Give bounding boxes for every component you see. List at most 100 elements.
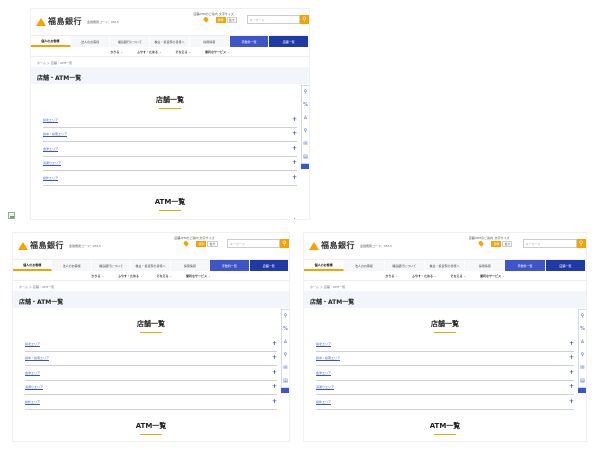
book-icon[interactable]: ▤	[580, 378, 585, 384]
sidebar-toggle[interactable]	[578, 388, 586, 393]
area-link[interactable]: 会津エリア	[25, 371, 40, 375]
accordion-row[interactable]: 県外エリア +	[316, 395, 574, 410]
sub-nav-item-2[interactable]: そなえる	[176, 47, 191, 56]
nav-cta-0[interactable]: 手数料一覧	[229, 36, 270, 47]
logo[interactable]: 福島銀行 金融機関コード：0513	[309, 240, 392, 251]
breadcrumb-item[interactable]: ホーム	[37, 61, 46, 65]
sub-nav-item-2[interactable]: そなえる	[157, 271, 172, 280]
percent-icon[interactable]: %	[303, 102, 308, 108]
nav-tab-0[interactable]: 個人のお客様	[31, 36, 71, 47]
area-link[interactable]: 県外エリア	[25, 400, 40, 404]
font-size-standard-button[interactable]: 標準	[196, 241, 207, 247]
mail-icon[interactable]: ✉	[303, 141, 307, 147]
accordion-row[interactable]: 県北エリア+	[25, 439, 277, 442]
nav-tab-2[interactable]: 福島銀行について	[384, 260, 425, 271]
font-size-standard-button[interactable]: 標準	[215, 17, 226, 23]
accordion-row[interactable]: 会津エリア +	[25, 366, 277, 381]
plus-icon[interactable]: +	[292, 174, 297, 181]
sub-nav-item-1[interactable]: ふやす・ためる	[412, 271, 437, 280]
plus-icon[interactable]: +	[292, 218, 297, 219]
accordion-row[interactable]: 浜通りエリア +	[43, 157, 297, 171]
sidebar-toggle[interactable]	[281, 388, 289, 393]
area-link[interactable]: 浜通りエリア	[43, 161, 61, 165]
nav-tab-3[interactable]: 株主・投資家の皆様へ	[150, 36, 190, 47]
font-size-large-button[interactable]: 拡大	[226, 17, 237, 23]
search-icon[interactable]: ⚲	[284, 352, 288, 358]
plus-icon[interactable]: +	[292, 145, 297, 152]
area-link[interactable]: 県北エリア	[43, 118, 58, 122]
plus-icon[interactable]: +	[292, 116, 297, 123]
nav-tab-3[interactable]: 株主・投資家の皆様へ	[424, 260, 466, 271]
logo[interactable]: 福島銀行 金融機関コード：0513	[36, 16, 119, 27]
nav-tab-0[interactable]: 個人のお客様	[13, 260, 53, 271]
search-button[interactable]: ⚲	[279, 239, 289, 248]
nav-cta-0[interactable]: 手数料一覧	[210, 260, 250, 271]
accordion-row[interactable]: 浜通りエリア +	[316, 381, 574, 395]
area-link[interactable]: 浜通りエリア	[25, 385, 43, 389]
percent-icon[interactable]: %	[283, 326, 288, 332]
accordion-row[interactable]: 会津エリア +	[43, 142, 297, 157]
sub-nav-item-0[interactable]: かりる	[110, 47, 123, 56]
search-icon[interactable]: ⚲	[581, 352, 585, 358]
accordion-row[interactable]: 県中・県南エリア +	[25, 352, 277, 366]
nav-cta-0[interactable]: 手数料一覧	[505, 260, 546, 271]
area-link[interactable]: 県中・県南エリア	[316, 356, 340, 360]
area-link[interactable]: 県北エリア	[43, 219, 58, 220]
book-icon[interactable]: ▤	[303, 154, 308, 160]
percent-icon[interactable]: %	[580, 326, 585, 332]
area-link[interactable]: 県外エリア	[43, 176, 58, 180]
plus-icon[interactable]: +	[569, 355, 574, 361]
sub-nav-item-3[interactable]: 便利なサービス	[480, 271, 505, 280]
person-icon[interactable]: ⚲	[581, 313, 585, 319]
plus-icon[interactable]: +	[272, 369, 277, 376]
mail-icon[interactable]: ✉	[580, 365, 584, 371]
plus-icon[interactable]: +	[569, 340, 574, 347]
logo[interactable]: 福島銀行 金融機関コード：0513	[18, 240, 101, 251]
person-icon[interactable]: ⚲	[284, 313, 288, 319]
store-atm-link[interactable]: 店舗ATMのご案内	[174, 236, 198, 247]
area-link[interactable]: 県中・県南エリア	[25, 356, 49, 360]
plus-icon[interactable]: +	[569, 384, 574, 390]
accordion-row[interactable]: 県中・県南エリア +	[316, 352, 574, 366]
accordion-row[interactable]: 県北エリア +	[25, 337, 277, 352]
accordion-row[interactable]: 県北エリア+	[316, 439, 574, 442]
mail-icon[interactable]: ✉	[283, 365, 287, 371]
plus-icon[interactable]: +	[272, 398, 277, 405]
accordion-row[interactable]: 県外エリア +	[25, 395, 277, 410]
breadcrumb-item[interactable]: ホーム	[310, 285, 319, 289]
search-input[interactable]: キーワード	[246, 15, 300, 24]
accordion-row[interactable]: 県北エリア +	[43, 113, 297, 128]
area-link[interactable]: 県北エリア	[25, 342, 40, 346]
breadcrumb-item[interactable]: ホーム	[19, 285, 28, 289]
accordion-row[interactable]: 県外エリア +	[43, 171, 297, 186]
user-icon[interactable]: ♙	[283, 339, 287, 345]
nav-cta-1[interactable]: 店舗一覧	[249, 260, 289, 271]
sidebar-toggle[interactable]	[301, 164, 309, 169]
nav-tab-1[interactable]: 法人のお客様	[344, 260, 385, 271]
nav-tab-1[interactable]: 法人のお客様	[70, 36, 111, 47]
nav-tab-0[interactable]: 個人のお客様	[304, 260, 345, 271]
sub-nav-item-1[interactable]: ふやす・ためる	[137, 47, 162, 56]
plus-icon[interactable]: +	[569, 398, 574, 405]
user-icon[interactable]: ♙	[303, 115, 307, 121]
nav-tab-1[interactable]: 法人のお客様	[52, 260, 92, 271]
nav-tab-3[interactable]: 株主・投資家の皆様へ	[131, 260, 171, 271]
plus-icon[interactable]: +	[292, 131, 297, 137]
nav-tab-4[interactable]: 採用情報	[465, 260, 506, 271]
user-icon[interactable]: ♙	[580, 339, 584, 345]
accordion-row[interactable]: 浜通りエリア +	[25, 381, 277, 395]
nav-tab-4[interactable]: 採用情報	[170, 260, 211, 271]
area-link[interactable]: 会津エリア	[316, 371, 331, 375]
area-link[interactable]: 浜通りエリア	[316, 385, 334, 389]
sub-nav-item-3[interactable]: 便利なサービス	[205, 47, 230, 56]
search-icon[interactable]: ⚲	[304, 128, 308, 134]
search-button[interactable]: ⚲	[299, 15, 309, 24]
nav-tab-2[interactable]: 福島銀行について	[110, 36, 151, 47]
sub-nav-item-0[interactable]: かりる	[385, 271, 398, 280]
nav-tab-4[interactable]: 採用情報	[189, 36, 230, 47]
font-size-standard-button[interactable]: 標準	[491, 241, 502, 247]
plus-icon[interactable]: +	[272, 340, 277, 347]
plus-icon[interactable]: +	[569, 369, 574, 376]
sub-nav-item-0[interactable]: かりる	[91, 271, 104, 280]
search-button[interactable]: ⚲	[576, 239, 586, 248]
